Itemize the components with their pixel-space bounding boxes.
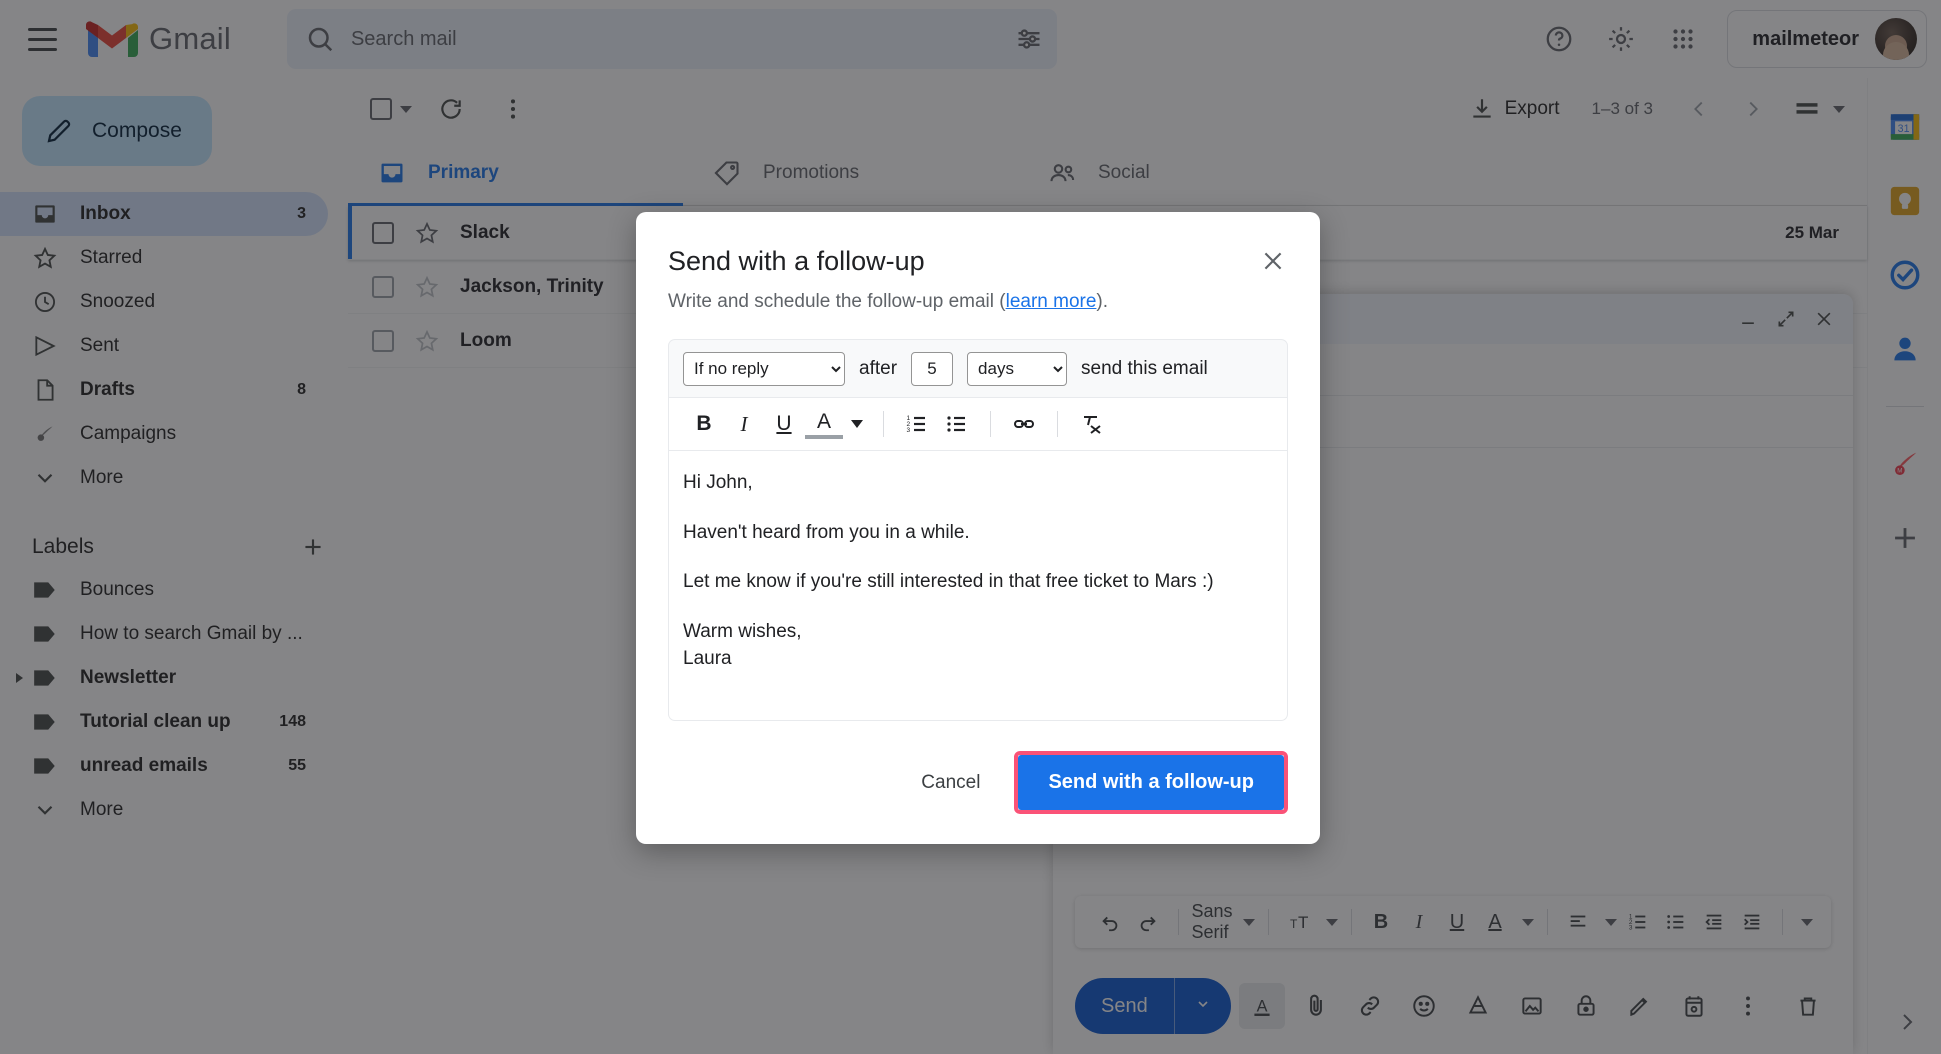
- caret-down-icon[interactable]: [845, 404, 869, 444]
- bold-button[interactable]: B: [685, 404, 723, 444]
- dialog-subtitle-before: Write and schedule the follow-up email (: [668, 291, 1006, 312]
- numbered-list-icon[interactable]: 123: [898, 404, 936, 444]
- after-label: after: [859, 357, 898, 379]
- svg-text:3: 3: [907, 427, 911, 434]
- underline-button[interactable]: U: [765, 404, 803, 444]
- dialog-title: Send with a follow-up: [668, 246, 925, 276]
- body-line-5: Laura: [683, 648, 732, 670]
- learn-more-link[interactable]: learn more: [1006, 291, 1097, 312]
- divider: [1057, 411, 1058, 437]
- followup-body-editor[interactable]: Hi John, Haven't heard from you in a whi…: [668, 451, 1288, 721]
- unit-select[interactable]: days: [967, 351, 1068, 386]
- italic-button[interactable]: I: [725, 404, 763, 444]
- divider: [883, 411, 884, 437]
- send-with-followup-button[interactable]: Send with a follow-up: [1018, 755, 1284, 810]
- link-icon[interactable]: [1005, 404, 1043, 444]
- send-this-email-label: send this email: [1081, 357, 1208, 379]
- submit-highlight: Send with a follow-up: [1014, 751, 1288, 814]
- editor-toolbar: B I U A 123: [668, 397, 1288, 451]
- body-line-3: Let me know if you're still interested i…: [683, 571, 1214, 593]
- bullet-list-icon[interactable]: [938, 404, 976, 444]
- divider: [990, 411, 991, 437]
- body-line-1: Hi John,: [683, 472, 753, 493]
- dialog-actions: Cancel Send with a follow-up: [668, 751, 1288, 814]
- delay-input[interactable]: [911, 351, 954, 386]
- dialog-subtitle-after: ).: [1096, 291, 1109, 312]
- schedule-row: If no reply after days send this email: [668, 339, 1288, 397]
- text-color-button[interactable]: A: [805, 409, 843, 439]
- close-icon[interactable]: [1256, 244, 1290, 278]
- cancel-button[interactable]: Cancel: [901, 760, 1000, 806]
- condition-select[interactable]: If no reply: [683, 351, 845, 386]
- body-line-2: Haven't heard from you in a while.: [683, 521, 970, 543]
- remove-format-icon[interactable]: [1072, 404, 1110, 444]
- dialog-subtitle: Write and schedule the follow-up email (…: [668, 291, 1288, 313]
- body-line-4: Warm wishes,: [683, 620, 802, 642]
- gmail-app: Gmail: [0, 0, 1941, 1054]
- send-followup-dialog: Send with a follow-up Write and schedule…: [636, 212, 1320, 844]
